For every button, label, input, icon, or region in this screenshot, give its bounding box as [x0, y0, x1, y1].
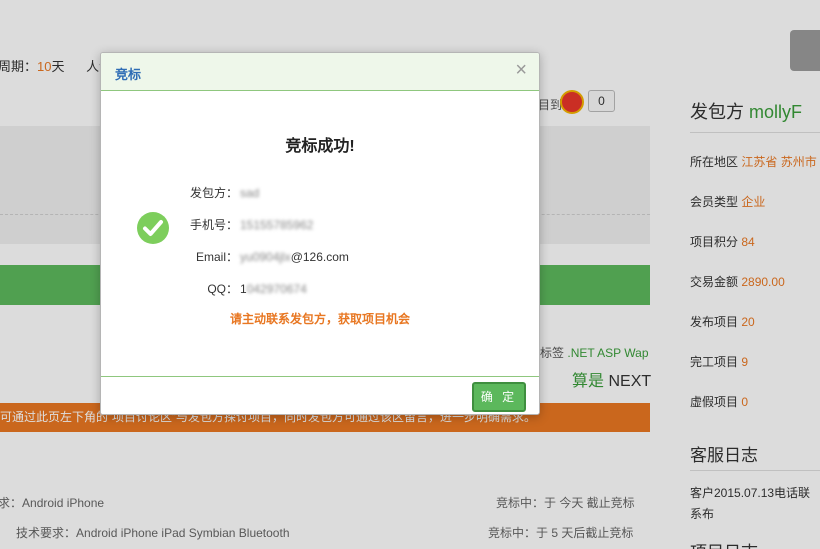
contact-label: 发包方： [189, 186, 238, 200]
confirm-button[interactable]: 确 定 [472, 382, 526, 412]
dialog-footer: 确 定 [101, 376, 539, 414]
contact-value: sad [240, 186, 260, 200]
contact-value: 15155785962 [240, 218, 314, 232]
dialog-title: 竞标 [115, 67, 142, 82]
dialog-body: 竞标成功! 发包方： sad 手机号： 15155785962 Email： yu09… [101, 92, 539, 376]
contact-label: QQ： [207, 282, 238, 296]
contact-label: 手机号： [189, 218, 238, 232]
contact-value-hidden: yu0904jlx [240, 250, 291, 264]
contact-employer-row: 发包方： sad [171, 184, 471, 201]
contact-phone-row: 手机号： 15155785962 [171, 216, 471, 233]
bid-dialog: 竞标 × 竞标成功! 发包方： sad 手机号： 15155785962 Email… [100, 52, 540, 415]
success-title: 竞标成功! [285, 138, 355, 155]
contact-notice: 请主动联系发包方，获取项目机会 [229, 312, 410, 326]
contact-value: 1 [240, 282, 247, 296]
contact-email-row: Email： yu0904jlx@126.com [171, 248, 471, 265]
contact-label: Email： [195, 250, 238, 264]
contact-qq-row: QQ： 1042970674 [171, 280, 471, 297]
dialog-header: 竞标 × [101, 53, 539, 91]
contact-value: @126.com [290, 250, 349, 264]
check-circle-icon [137, 212, 169, 244]
contact-value-hidden: 042970674 [246, 282, 307, 296]
close-icon[interactable]: × [515, 60, 527, 80]
